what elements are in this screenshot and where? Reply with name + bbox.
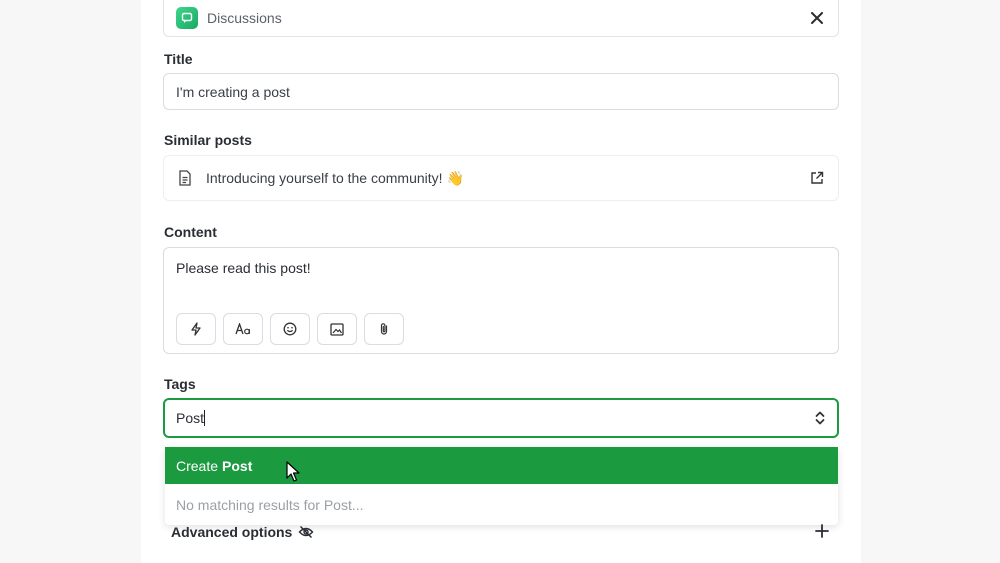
text-format-icon[interactable] [223,313,263,345]
title-label: Title [164,51,193,67]
external-link-icon[interactable] [810,171,824,185]
similar-posts-label: Similar posts [164,132,252,148]
chevron-updown-icon[interactable] [814,409,826,427]
editor-toolbar [176,313,404,345]
text-caret [204,410,206,426]
image-icon[interactable] [317,313,357,345]
create-tag-prefix: Create [176,457,219,474]
tags-input-value: Post [176,410,205,426]
title-input-value: I'm creating a post [176,83,290,100]
create-tag-option[interactable]: Create Post [165,447,838,484]
create-tag-value: Post [222,457,253,474]
tags-dropdown: Create Post No matching results for Post… [165,447,838,525]
close-icon[interactable] [808,9,826,27]
content-editor[interactable]: Please read this post! [163,247,839,354]
title-input[interactable]: I'm creating a post [163,73,839,110]
lightning-icon[interactable] [176,313,216,345]
eye-off-icon [298,525,314,539]
discussions-icon [176,7,198,29]
advanced-options-label: Advanced options [171,524,293,540]
advanced-options-toggle[interactable]: Advanced options [171,524,314,540]
emoji-icon[interactable] [270,313,310,345]
attachment-icon[interactable] [364,313,404,345]
mouse-cursor-icon [286,461,300,482]
content-editor-text: Please read this post! [176,260,311,276]
no-match-message: No matching results for Post... [176,496,364,513]
tags-input[interactable]: Post [163,398,839,438]
space-selector[interactable]: Discussions [163,0,839,37]
content-label: Content [164,224,217,240]
space-label: Discussions [207,10,282,26]
document-icon [179,170,191,186]
similar-post-item[interactable]: Introducing yourself to the community! 👋 [163,155,839,201]
similar-post-title: Introducing yourself to the community! 👋 [206,169,464,186]
plus-icon[interactable] [815,524,829,538]
tags-label: Tags [164,376,196,392]
